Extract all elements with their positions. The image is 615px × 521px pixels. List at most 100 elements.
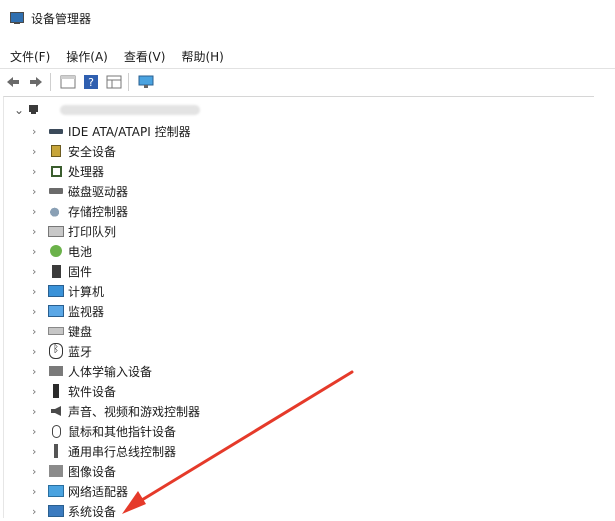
tree-item-security-devices[interactable]: › 安全设备 (32, 141, 116, 161)
print-queue-icon (48, 223, 64, 239)
tree-item-label: 通用串行总线控制器 (68, 444, 177, 459)
tree-item-ide-controller[interactable]: › IDE ATA/ATAPI 控制器 (32, 121, 191, 141)
toolbar: ? (0, 68, 615, 95)
chevron-right-icon[interactable]: › (32, 345, 48, 358)
tree-item-label: 图像设备 (68, 464, 117, 479)
usb-icon (48, 443, 64, 459)
menu-bar: 文件(F) 操作(A) 查看(V) 帮助(H) (0, 46, 615, 66)
software-device-icon (48, 383, 64, 399)
tree-item-network-adapters[interactable]: › 网络适配器 (32, 481, 128, 501)
tree-item-system-devices[interactable]: › 系统设备 (32, 501, 116, 521)
chevron-right-icon[interactable]: › (32, 285, 48, 298)
chevron-right-icon[interactable]: › (32, 245, 48, 258)
processor-icon (48, 163, 64, 179)
tree-item-print-queues[interactable]: › 打印队列 (32, 221, 116, 241)
tree-item-batteries[interactable]: › 电池 (32, 241, 92, 261)
tree-item-keyboards[interactable]: › 键盘 (32, 321, 92, 341)
menu-help[interactable]: 帮助(H) (181, 48, 223, 65)
chevron-right-icon[interactable]: › (32, 325, 48, 338)
tree-item-firmware[interactable]: › 固件 (32, 261, 92, 281)
computer-icon (48, 283, 64, 299)
tree-item-disk-drives[interactable]: › 磁盘驱动器 (32, 181, 128, 201)
toolbar-separator (128, 73, 129, 91)
chevron-right-icon[interactable]: › (32, 205, 48, 218)
bluetooth-icon: ᛒ (48, 343, 64, 359)
audio-icon (48, 403, 64, 419)
tree-item-label: 计算机 (68, 284, 105, 299)
tree-item-imaging-devices[interactable]: › 图像设备 (32, 461, 116, 481)
window-title: 设备管理器 (31, 11, 92, 26)
tree-item-human-interface-devices[interactable]: › 人体学输入设备 (32, 361, 152, 381)
tree-item-monitors[interactable]: › 监视器 (32, 301, 104, 321)
svg-text:?: ? (88, 76, 94, 89)
toolbar-separator (50, 73, 51, 91)
tree-item-computer[interactable]: › 计算机 (32, 281, 104, 301)
tree-item-label: 打印队列 (68, 224, 117, 239)
disk-drive-icon (48, 183, 64, 199)
tree-item-label: 固件 (68, 264, 93, 279)
device-tree-pane: ⌄ › IDE ATA/ATAPI 控制器 › 安全设备 › 处理器 › 磁盘驱… (3, 96, 594, 521)
computer-icon (26, 102, 42, 118)
tree-item-label: 监视器 (68, 304, 105, 319)
help-icon[interactable]: ? (81, 72, 101, 92)
tree-item-label: 电池 (68, 244, 93, 259)
storage-controller-icon (48, 203, 64, 219)
imaging-device-icon (48, 463, 64, 479)
menu-file[interactable]: 文件(F) (10, 48, 50, 65)
chevron-down-icon[interactable]: ⌄ (14, 103, 26, 117)
back-arrow-icon[interactable] (3, 72, 23, 92)
chevron-right-icon[interactable]: › (32, 465, 48, 478)
firmware-icon (48, 263, 64, 279)
tree-item-label: 磁盘驱动器 (68, 184, 129, 199)
chevron-right-icon[interactable]: › (32, 225, 48, 238)
mouse-icon (48, 423, 64, 439)
title-bar: 设备管理器 (0, 0, 615, 36)
tree-item-label: IDE ATA/ATAPI 控制器 (68, 124, 191, 139)
tree-item-sound-video-game-controllers[interactable]: › 声音、视频和游戏控制器 (32, 401, 200, 421)
tree-root-computer[interactable]: ⌄ (14, 101, 200, 119)
chevron-right-icon[interactable]: › (32, 405, 48, 418)
chevron-right-icon[interactable]: › (32, 505, 48, 518)
chevron-right-icon[interactable]: › (32, 165, 48, 178)
grid-icon[interactable] (104, 72, 124, 92)
chevron-right-icon[interactable]: › (32, 265, 48, 278)
chevron-right-icon[interactable]: › (32, 485, 48, 498)
tree-item-mice-pointing-devices[interactable]: › 鼠标和其他指针设备 (32, 421, 176, 441)
monitor-icon (48, 303, 64, 319)
tree-item-label: 软件设备 (68, 384, 117, 399)
tree-item-label: 存储控制器 (68, 204, 129, 219)
chevron-right-icon[interactable]: › (32, 125, 48, 138)
chevron-right-icon[interactable]: › (32, 445, 48, 458)
menu-action[interactable]: 操作(A) (66, 48, 108, 65)
properties-icon[interactable] (58, 72, 78, 92)
battery-icon (48, 243, 64, 259)
monitor-icon[interactable] (136, 72, 156, 92)
tree-item-storage-controllers[interactable]: › 存储控制器 (32, 201, 128, 221)
tree-item-label: 鼠标和其他指针设备 (68, 424, 177, 439)
security-device-icon (48, 143, 64, 159)
tree-item-label: 声音、视频和游戏控制器 (68, 404, 201, 419)
tree-item-label: 安全设备 (68, 144, 117, 159)
tree-item-label: 蓝牙 (68, 344, 93, 359)
chevron-right-icon[interactable]: › (32, 425, 48, 438)
ide-controller-icon (48, 123, 64, 139)
computer-name-redacted (60, 105, 200, 115)
tree-item-label: 键盘 (68, 324, 93, 339)
tree-item-processors[interactable]: › 处理器 (32, 161, 104, 181)
keyboard-icon (48, 323, 64, 339)
chevron-right-icon[interactable]: › (32, 365, 48, 378)
chevron-right-icon[interactable]: › (32, 185, 48, 198)
tree-item-label: 处理器 (68, 164, 105, 179)
menu-view[interactable]: 查看(V) (124, 48, 166, 65)
tree-item-label: 网络适配器 (68, 484, 129, 499)
tree-item-usb-controllers[interactable]: › 通用串行总线控制器 (32, 441, 176, 461)
tree-item-bluetooth[interactable]: › ᛒ 蓝牙 (32, 341, 92, 361)
tree-item-software-devices[interactable]: › 软件设备 (32, 381, 116, 401)
forward-arrow-icon[interactable] (26, 72, 46, 92)
chevron-right-icon[interactable]: › (32, 145, 48, 158)
device-manager-icon (10, 11, 24, 25)
chevron-right-icon[interactable]: › (32, 305, 48, 318)
network-adapter-icon (48, 483, 64, 499)
human-interface-device-icon (48, 363, 64, 379)
chevron-right-icon[interactable]: › (32, 385, 48, 398)
